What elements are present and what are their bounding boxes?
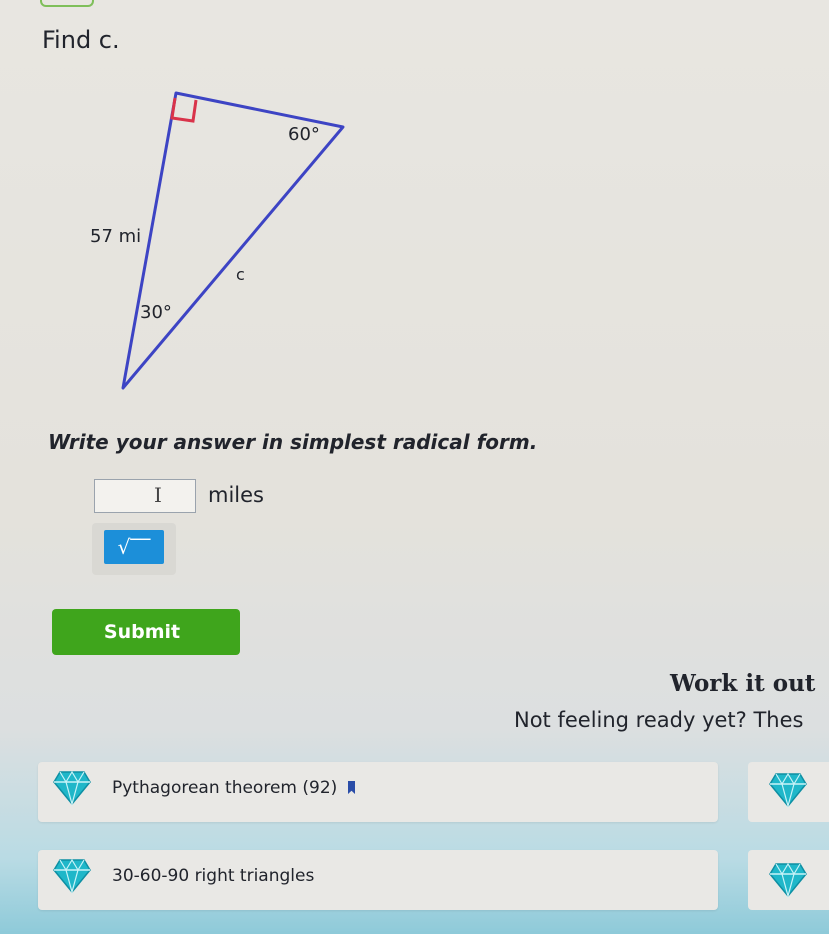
- skill-label: Pythagorean theorem (92): [112, 778, 338, 798]
- gem-icon: [53, 858, 91, 894]
- gem-icon: [769, 862, 807, 898]
- bottom-angle-label: 30°: [140, 302, 172, 323]
- triangle-diagram: 60° 57 mi c 30°: [90, 91, 345, 390]
- text-cursor-icon: I: [154, 483, 162, 507]
- unit-label: miles: [208, 483, 264, 507]
- submit-button[interactable]: Submit: [52, 609, 240, 655]
- gem-icon: [53, 770, 91, 806]
- not-ready-text: Not feeling ready yet? Thes: [514, 708, 804, 732]
- skill-label: 30-60-90 right triangles: [112, 866, 315, 886]
- top-angle-label: 60°: [288, 124, 320, 145]
- right-angle-marker: [170, 97, 198, 123]
- hypotenuse-label: c: [236, 265, 245, 284]
- answer-input[interactable]: [94, 479, 196, 513]
- work-it-out-heading: Work it out: [670, 670, 816, 697]
- submit-label: Submit: [103, 621, 181, 643]
- square-root-button[interactable]: √‾‾: [104, 530, 164, 564]
- answer-instruction: Write your answer in simplest radical fo…: [48, 430, 538, 454]
- gem-icon: [769, 772, 807, 808]
- side-length-label: 57 mi: [90, 226, 141, 247]
